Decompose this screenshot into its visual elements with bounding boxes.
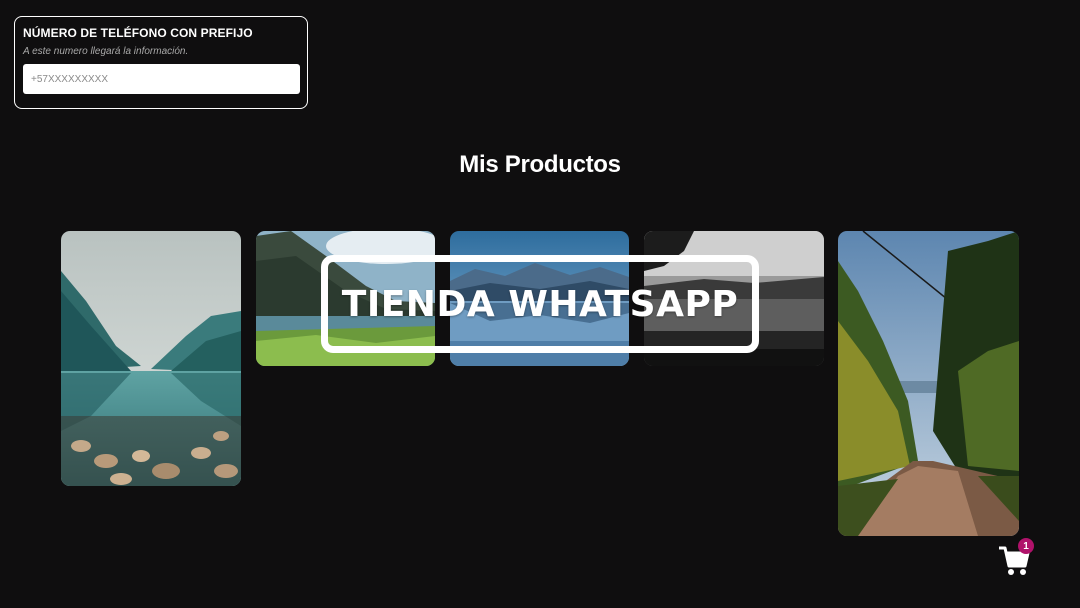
product-image [838, 231, 1019, 536]
phone-form-hint: A este numero llegará la información. [23, 46, 189, 57]
product-image [61, 231, 241, 486]
store-banner-text: TIENDA WHATSAPP [341, 283, 739, 325]
cart-count-badge: 1 [1018, 538, 1034, 554]
phone-form: NÚMERO DE TELÉFONO CON PREFIJO A este nu… [14, 16, 308, 109]
cart-button[interactable]: 1 [998, 538, 1034, 578]
phone-number-input[interactable] [23, 64, 300, 94]
phone-form-title: NÚMERO DE TELÉFONO CON PREFIJO [23, 26, 253, 40]
product-card[interactable] [61, 231, 241, 486]
product-card[interactable] [838, 231, 1019, 536]
store-banner: TIENDA WHATSAPP [321, 255, 759, 353]
page-title: Mis Productos [459, 151, 621, 178]
